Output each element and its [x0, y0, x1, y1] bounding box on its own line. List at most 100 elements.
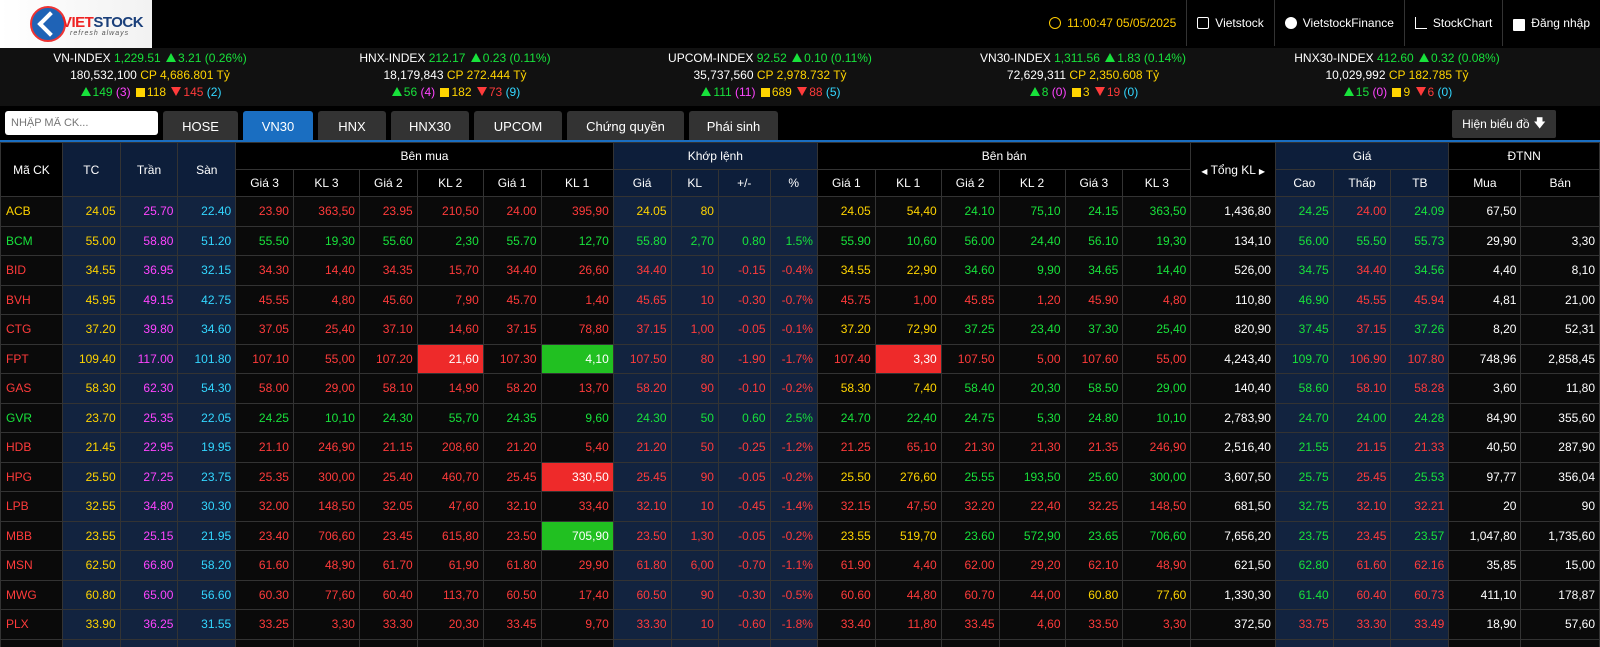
match-volume: 50 — [670, 402, 719, 433]
foreign-sell: 287,90 — [1520, 432, 1600, 463]
buy-price2: 25.40 — [358, 461, 418, 492]
table-row[interactable]: FPT 109.40 117.00 101.80 107.10 55,00 107.20 21… — [0, 343, 1600, 374]
index-hnx30-index[interactable]: HNX30-INDEX 412.60 0.32 (0.08%) 10,029,99… — [1247, 50, 1547, 101]
ceiling-price: 27.25 — [119, 461, 179, 492]
buy-price3: 21.10 — [235, 432, 294, 463]
buy-vol3: 3,30 — [292, 609, 360, 640]
col-sell-price2[interactable]: Giá 2 — [940, 169, 1000, 197]
index-volume: 72,629,311 — [1006, 68, 1067, 82]
col-foreign-buy[interactable]: Mua — [1448, 169, 1522, 197]
table-row[interactable]: ACB 24.05 25.70 22.40 23.90 363,50 23.95 210,50… — [0, 196, 1600, 227]
sell-price3: 21.35 — [1064, 432, 1124, 463]
index-volume: 35,737,560 — [693, 68, 754, 82]
col-match-volume[interactable]: KL — [670, 169, 719, 197]
table-row[interactable]: MWG 60.80 65.00 56.60 60.30 77,60 60.40 113,70 6… — [0, 579, 1600, 610]
buy-vol3: 246,90 — [292, 432, 360, 463]
table-row[interactable]: HPG 25.50 27.25 23.75 25.35 300,00 25.40 460,70… — [0, 461, 1600, 492]
col-buy-vol3[interactable]: KL 3 — [292, 169, 360, 197]
col-avg[interactable]: TB — [1390, 169, 1450, 197]
sell-vol3: 706,60 — [1122, 520, 1192, 551]
nav-vietstock[interactable]: Vietstock — [1186, 0, 1273, 46]
table-row[interactable]: SAB48.1051.4044.7547.351,2047.402,3047.4… — [0, 638, 1600, 647]
col-buy-vol1[interactable]: KL 1 — [540, 169, 614, 197]
col-buy-price3[interactable]: Giá 3 — [235, 169, 294, 197]
table-row[interactable]: GAS 58.30 62.30 54.30 58.00 29,00 58.10 14,90 58… — [0, 373, 1600, 404]
sell-price1: 58.30 — [816, 373, 876, 404]
logo[interactable]: VIETSTOCK refresh always — [0, 0, 152, 48]
tab-hose[interactable]: HOSE — [163, 111, 238, 142]
col-foreign-sell[interactable]: Bán — [1520, 169, 1600, 197]
match-change: -0.15 — [717, 255, 771, 286]
buy-vol1: 80 — [540, 638, 614, 647]
col-buy-vol2[interactable]: KL 2 — [416, 169, 484, 197]
table-row[interactable]: BVH 45.95 49.15 42.75 45.55 4,80 45.60 7,90 45.7… — [0, 284, 1600, 315]
col-sell-vol2[interactable]: KL 2 — [998, 169, 1066, 197]
logo-text: VIETSTOCK — [62, 14, 144, 31]
table-row[interactable]: MSN 62.50 66.80 58.20 61.60 48,90 61.70 61,90 61… — [0, 550, 1600, 581]
tab-bar: HOSE VN30 HNX HNX30 UPCOM Chứng quyền Ph… — [0, 106, 1600, 142]
col-sell-vol1[interactable]: KL 1 — [874, 169, 942, 197]
table-row[interactable]: BID 34.55 36.95 32.15 34.30 14,40 34.35 15,70 34… — [0, 255, 1600, 286]
show-chart-button[interactable]: Hiện biểu đồ 🡇 — [1452, 110, 1556, 138]
index-vn-index[interactable]: VN-INDEX 1,229.51 3.21 (0.26%) 180,532,10… — [0, 50, 300, 101]
table-row[interactable]: PLX 33.90 36.25 31.55 33.25 3,30 33.30 20,30 33.… — [0, 609, 1600, 640]
advancers: 56 — [403, 85, 418, 99]
col-match-change[interactable]: +/- — [717, 169, 771, 197]
match-price: 32.10 — [612, 491, 672, 522]
col-buy-price1[interactable]: Giá 1 — [482, 169, 542, 197]
index-vn30-index[interactable]: VN30-INDEX 1,311.56 1.83 (0.14%) 72,629,3… — [933, 50, 1233, 101]
index-upcom-index[interactable]: UPCOM-INDEX 92.52 0.10 (0.11%) 35,737,560… — [620, 50, 920, 101]
buy-vol3: 10,10 — [292, 402, 360, 433]
arrow-down-icon — [797, 87, 808, 96]
tab-hnx30[interactable]: HNX30 — [391, 111, 469, 142]
stock-search-input[interactable] — [5, 111, 158, 135]
tab-upcom[interactable]: UPCOM — [474, 111, 562, 142]
ref-price: 48.10 — [61, 638, 121, 647]
table-row[interactable]: HDB 21.45 22.95 19.95 21.10 246,90 21.15 208,60… — [0, 432, 1600, 463]
unchanged-icon — [1392, 88, 1402, 97]
table-row[interactable]: MBB 23.55 25.15 21.95 23.40 706,60 23.45 615,80… — [0, 520, 1600, 551]
buy-vol2: 14,60 — [416, 314, 484, 345]
low-price: 55.50 — [1332, 225, 1392, 256]
table-row[interactable]: GVR 23.70 25.35 22.05 24.25 10,10 24.30 55,70 24… — [0, 402, 1600, 433]
col-high[interactable]: Cao — [1274, 169, 1334, 197]
arrow-up-icon — [80, 87, 91, 96]
match-change: -0.60 — [717, 609, 771, 640]
col-floor[interactable]: Sàn — [177, 142, 237, 197]
price-board: Mã CK TC Trần Sàn Bên mua Khớp lệnh Bên … — [0, 142, 1600, 647]
tab-hnx[interactable]: HNX — [318, 111, 386, 142]
tab-phai-sinh[interactable]: Phái sinh — [689, 111, 778, 142]
col-sell-price3[interactable]: Giá 3 — [1064, 169, 1124, 197]
nav-vietstockfinance[interactable]: VietstockFinance — [1273, 0, 1404, 46]
tab-chung-quyen[interactable]: Chứng quyền — [567, 111, 684, 142]
sell-price1: 24.05 — [816, 196, 876, 227]
col-ceil[interactable]: Trần — [119, 142, 179, 197]
table-row[interactable]: LPB 32.55 34.80 30.30 32.00 148,50 32.05 47,60 3… — [0, 491, 1600, 522]
unchanged-count: 3 — [1082, 85, 1090, 99]
sell-vol2: 2,80 — [998, 638, 1066, 647]
group-price: Giá — [1274, 142, 1450, 170]
table-row[interactable]: BCM 55.00 58.80 51.20 55.50 19,30 55.60 2,30 55.… — [0, 225, 1600, 256]
col-ref[interactable]: TC — [61, 142, 121, 197]
buy-vol2: 47,60 — [416, 491, 484, 522]
col-match-price[interactable]: Giá — [612, 169, 672, 197]
high-price: 109.70 — [1274, 343, 1334, 374]
ceiling-price: 39.80 — [119, 314, 179, 345]
col-buy-price2[interactable]: Giá 2 — [358, 169, 418, 197]
login-link[interactable]: Đăng nhập — [1502, 0, 1600, 46]
buy-price2: 107.20 — [358, 343, 418, 374]
triangle-left-icon[interactable]: ◀ — [1201, 167, 1207, 176]
buy-vol1: 705,90 — [540, 520, 614, 551]
nav-stockchart[interactable]: StockChart — [1403, 0, 1502, 46]
triangle-right-icon[interactable]: ▶ — [1259, 167, 1265, 176]
table-row[interactable]: CTG 37.20 39.80 34.60 37.05 25,40 37.10 14,60 37… — [0, 314, 1600, 345]
col-sell-price1[interactable]: Giá 1 — [816, 169, 876, 197]
col-code[interactable]: Mã CK — [0, 142, 63, 197]
col-match-percent[interactable]: % — [769, 169, 818, 197]
col-sell-vol3[interactable]: KL 3 — [1122, 169, 1192, 197]
sell-price2: 62.00 — [940, 550, 1000, 581]
index-hnx-index[interactable]: HNX-INDEX 212.17 0.23 (0.11%) 18,179,843 … — [305, 50, 605, 101]
tab-vn30[interactable]: VN30 — [243, 111, 313, 142]
col-total-volume[interactable]: ◀ Tổng KL ▶ — [1190, 142, 1276, 197]
col-low[interactable]: Thấp — [1332, 169, 1392, 197]
